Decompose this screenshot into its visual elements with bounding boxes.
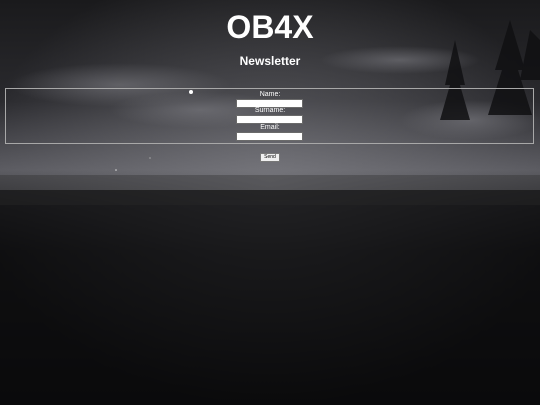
surname-input[interactable] <box>236 115 303 124</box>
send-button[interactable]: Send <box>260 153 280 162</box>
page-subtitle: Newsletter <box>239 54 301 68</box>
email-label: Email: <box>260 124 280 131</box>
email-input[interactable] <box>236 132 303 141</box>
name-label: Name: <box>259 91 281 98</box>
page: OB4X Newsletter Name: Surname: Email: Se… <box>0 0 540 405</box>
surname-label: Surname: <box>254 107 286 114</box>
content: OB4X Newsletter Name: Surname: Email: Se… <box>0 0 540 405</box>
page-title: OB4X <box>226 9 314 45</box>
